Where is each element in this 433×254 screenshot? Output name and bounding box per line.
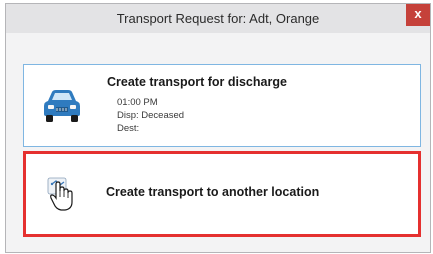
window-title: Transport Request for: Adt, Orange	[116, 11, 320, 26]
destination-detail: Dest:	[117, 123, 140, 134]
option-create-transport-location[interactable]: Create transport to another location	[23, 151, 421, 237]
option-label: Create transport for discharge	[107, 75, 287, 89]
option-label: Create transport to another location	[106, 185, 320, 199]
option-create-transport-discharge[interactable]: Create transport for discharge 01:00 PM …	[23, 64, 421, 147]
car-icon	[44, 90, 80, 122]
close-icon: x	[414, 6, 422, 21]
disposition-detail: Disp: Deceased	[117, 110, 185, 121]
transport-request-dialog: Transport Request for: Adt, Orange x Cre…	[5, 3, 431, 253]
hand-pointer-icon	[47, 177, 73, 211]
title-bar: Transport Request for: Adt, Orange x	[6, 4, 430, 33]
dialog-body: Create transport for discharge 01:00 PM …	[6, 33, 430, 252]
time-detail: 01:00 PM	[117, 97, 158, 108]
close-button[interactable]: x	[406, 4, 430, 26]
